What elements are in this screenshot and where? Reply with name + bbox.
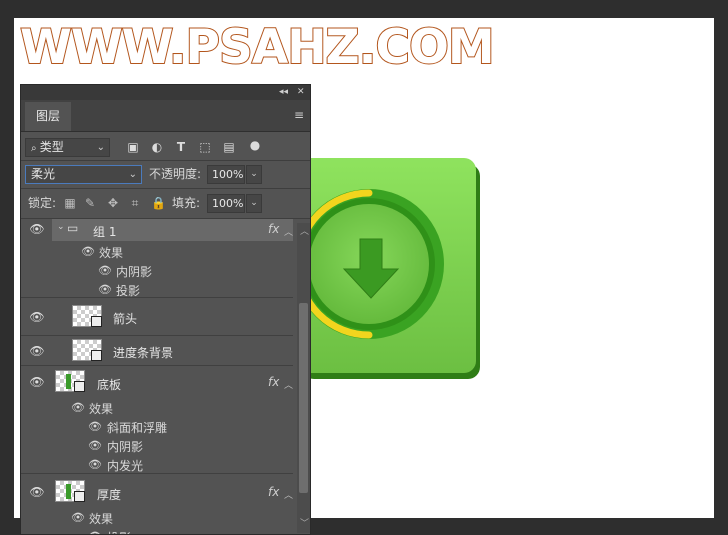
effects-label: 效果 [89, 512, 114, 526]
layer-row-base-plate[interactable]: 👁 底板 fx ︿ 👁 效果 👁 斜面和浮雕 👁 内阴影 👁 内发光 [21, 366, 293, 474]
chevron-down-icon: ⌄ [128, 169, 137, 180]
effects-label: 效果 [89, 402, 114, 416]
filter-row: ⌕ 类型 ⌄ ▣ ◐ T ⬚ ▤ ● [21, 138, 310, 158]
effect-item[interactable]: 内发光 [107, 457, 143, 474]
blend-mode-value: 柔光 [31, 167, 56, 181]
effect-eye-icon[interactable]: 👁 [98, 264, 112, 277]
close-icon[interactable]: ✕ [297, 86, 305, 98]
layer-row-group[interactable]: 👁 ⌄ ▭ 组 1 fx ︿ 👁 效果 👁 内阴影 👁 投影 [21, 219, 293, 298]
fill-field[interactable]: 100% [207, 194, 245, 213]
scroll-down-icon[interactable]: ﹀ [300, 516, 309, 529]
layer-name[interactable]: 底板 [97, 376, 121, 393]
effect-eye-icon[interactable]: 👁 [88, 439, 102, 452]
effect-item[interactable]: 斜面和浮雕 [107, 419, 167, 436]
lock-label: 锁定: [28, 196, 57, 210]
folder-icon: ▭ [67, 221, 79, 235]
fill-dropdown-button[interactable]: ⌄ [246, 194, 262, 213]
watermark-text: WWW.PSAHZ.COM [19, 19, 496, 76]
layer-row-progress-bg[interactable]: 👁 进度条背景 [21, 336, 293, 366]
search-icon: ⌕ [31, 143, 40, 154]
blend-mode-dropdown[interactable]: 柔光 ⌄ [25, 165, 142, 184]
effect-item[interactable]: 内阴影 [107, 438, 143, 455]
expand-chevron-icon[interactable]: ⌄ [57, 222, 65, 232]
layer-name[interactable]: 进度条背景 [113, 344, 173, 361]
layer-thumbnail [72, 339, 102, 361]
panel-menu-icon[interactable]: ≡ [294, 108, 304, 122]
panel-title-bar[interactable]: ◂◂ ✕ [21, 85, 310, 100]
smart-object-badge-icon [91, 350, 102, 361]
adjustment-filter-icon[interactable]: ◐ [149, 138, 165, 156]
visibility-eye-icon[interactable]: 👁 [29, 222, 45, 236]
layers-panel: ◂◂ ✕ 图层 ≡ ⌕ 类型 ⌄ ▣ ◐ T ⬚ ▤ ● 柔光 ⌄ 不透明度: 10… [20, 84, 311, 535]
fill-label: 填充: [172, 196, 201, 210]
smart-object-badge-icon [74, 381, 85, 392]
collapse-effects-icon[interactable]: ︿ [284, 488, 293, 501]
effect-item[interactable]: 投影 [107, 529, 131, 534]
shape-filter-icon[interactable]: ⬚ [197, 138, 213, 156]
layer-name[interactable]: 组 1 [93, 223, 116, 240]
layer-name[interactable]: 厚度 [97, 486, 121, 503]
effect-item[interactable]: 内阴影 [116, 263, 152, 280]
layer-thumbnail [55, 480, 85, 502]
layer-thumbnail [72, 305, 102, 327]
smart-object-badge-icon [74, 491, 85, 502]
layer-row-thickness[interactable]: 👁 厚度 fx ︿ 👁 效果 👁 投影 [21, 474, 293, 534]
opacity-dropdown-button[interactable]: ⌄ [246, 165, 262, 184]
visibility-eye-icon[interactable]: 👁 [29, 344, 45, 358]
effects-eye-icon[interactable]: 👁 [81, 245, 95, 258]
tab-layers[interactable]: 图层 [25, 102, 71, 131]
filter-kind-dropdown[interactable]: ⌕ 类型 ⌄ [25, 138, 110, 157]
collapse-icon[interactable]: ◂◂ [279, 86, 288, 98]
effect-eye-icon[interactable]: 👁 [98, 283, 112, 296]
type-filter-icon[interactable]: T [173, 138, 189, 156]
effect-item[interactable]: 投影 [116, 282, 140, 299]
visibility-eye-icon[interactable]: 👁 [29, 310, 45, 324]
lock-transparent-icon[interactable]: ▦ [63, 194, 77, 212]
pixel-filter-icon[interactable]: ▣ [125, 138, 141, 156]
collapse-effects-icon[interactable]: ︿ [284, 378, 293, 391]
layer-name[interactable]: 箭头 [113, 310, 137, 327]
layers-scrollbar-thumb[interactable] [299, 303, 308, 493]
fx-icon[interactable]: fx [268, 485, 279, 499]
panel-tab-row: 图层 ≡ [21, 100, 310, 132]
blend-row: 柔光 ⌄ 不透明度: 100% ⌄ [21, 165, 310, 185]
fx-icon[interactable]: fx [268, 222, 279, 236]
effects-label: 效果 [99, 246, 124, 260]
fx-icon[interactable]: fx [268, 375, 279, 389]
collapse-effects-icon[interactable]: ︿ [284, 225, 293, 238]
effects-eye-icon[interactable]: 👁 [71, 511, 85, 524]
selected-highlight [52, 219, 293, 241]
layer-row-arrow[interactable]: 👁 箭头 [21, 298, 293, 336]
opacity-field[interactable]: 100% [207, 165, 245, 184]
lock-row: 锁定: ▦ ✎ ✥ ⌗ 🔒 填充: 100% ⌄ [21, 194, 310, 214]
filter-kind-value: 类型 [39, 140, 64, 154]
lock-move-icon[interactable]: ✥ [106, 194, 120, 212]
layer-thumbnail [55, 370, 85, 392]
lock-artboard-icon[interactable]: ⌗ [128, 194, 142, 212]
scroll-up-icon[interactable]: ︿ [300, 224, 309, 237]
smart-object-filter-icon[interactable]: ▤ [221, 138, 237, 156]
effect-eye-icon[interactable]: 👁 [88, 458, 102, 471]
visibility-eye-icon[interactable]: 👁 [29, 375, 45, 389]
effects-eye-icon[interactable]: 👁 [71, 401, 85, 414]
opacity-label: 不透明度: [149, 167, 202, 181]
lock-all-icon[interactable]: 🔒 [151, 194, 166, 212]
lock-brush-icon[interactable]: ✎ [83, 194, 97, 212]
effect-eye-icon[interactable]: 👁 [88, 530, 102, 534]
download-button-artwork [298, 158, 480, 379]
filter-toggle-icon[interactable]: ● [247, 136, 263, 154]
effect-eye-icon[interactable]: 👁 [88, 420, 102, 433]
visibility-eye-icon[interactable]: 👁 [29, 485, 45, 499]
chevron-down-icon: ⌄ [96, 142, 105, 153]
smart-object-badge-icon [91, 316, 102, 327]
